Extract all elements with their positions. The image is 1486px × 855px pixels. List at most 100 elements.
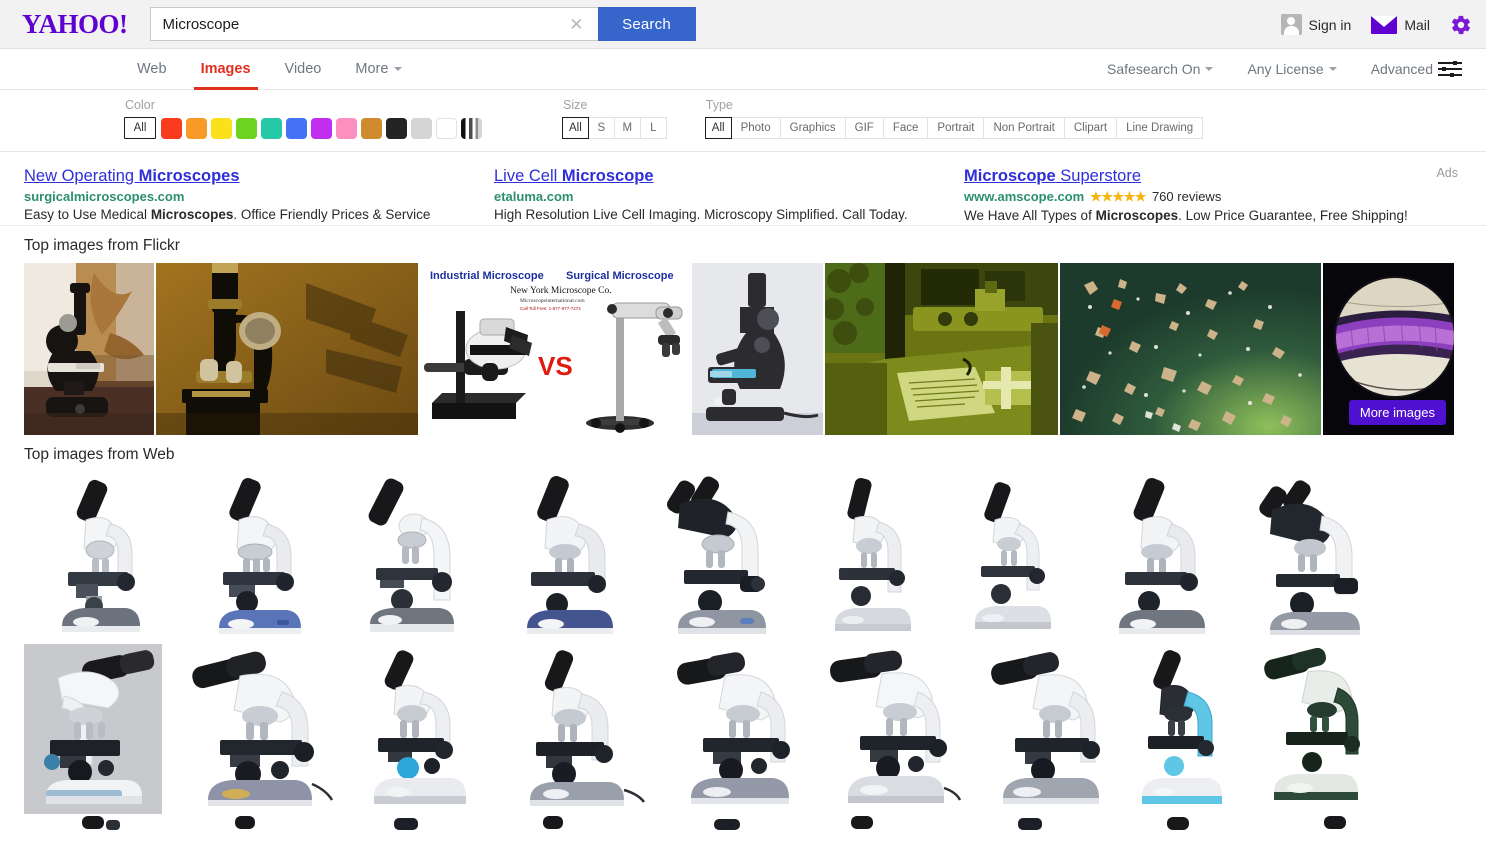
header-account-area: Sign in Mail [1280,0,1472,49]
flickr-thumb-industrial-vs-surgical-microscope-comparison[interactable]: Industrial Microscope Surgical Microscop… [420,263,690,435]
web-thumb-partial-row-microscope-2[interactable] [179,816,332,830]
avatar-icon [1280,14,1302,35]
settings-button[interactable] [1450,14,1472,36]
advanced-button[interactable]: Advanced [1371,61,1462,77]
ad-description: Easy to Use Medical Microscopes. Office … [24,206,474,224]
web-image-r1c4 [489,472,642,642]
web-thumb-monocular-microscope-black-stage[interactable] [500,644,653,814]
ad-url-text: etaluma.com [494,188,574,204]
ad-title-bold: Microscopes [138,167,240,185]
type-option-non-portrait[interactable]: Non Portrait [984,117,1065,139]
color-swatch-black-and-white[interactable] [461,117,482,139]
mail-button[interactable]: Mail [1371,15,1430,34]
type-option-gif[interactable]: GIF [845,117,884,139]
more-images-button[interactable]: More images [1348,400,1446,425]
flickr-thumb-dark-silhouette-microscope-on-wall[interactable] [692,263,823,435]
color-all-button[interactable]: All [124,117,156,139]
color-swatch-white[interactable] [436,117,457,139]
color-swatch-teal[interactable] [261,117,282,139]
flickr-thumb-vintage-brass-microscope-on-desk[interactable] [24,263,154,435]
web-thumb-partial-row-microscope-6[interactable] [799,816,952,830]
yahoo-logo[interactable]: YAHOO! [22,10,128,38]
ad-title-link[interactable]: Microscope Superstore [964,166,1414,187]
web-thumb-partial-row-microscope-1[interactable] [24,816,177,830]
tab-video[interactable]: Video [268,49,339,90]
web-image-r3c2 [179,816,332,830]
ad-title-link[interactable]: Live Cell Microscope [494,166,944,187]
type-option-clipart[interactable]: Clipart [1064,117,1118,139]
web-thumb-angled-gray-base-microscope[interactable] [1083,472,1236,642]
web-thumb-binocular-microscope-purple-base[interactable] [164,644,344,814]
size-filter-group: Size All S M L [562,98,667,139]
type-option-line-drawing[interactable]: Line Drawing [1117,117,1204,139]
web-image-r3c7 [954,816,1107,830]
search-button[interactable]: Search [597,7,696,41]
type-option-all[interactable]: All [704,117,732,139]
color-swatch-blue[interactable] [286,117,307,139]
sign-in-button[interactable]: Sign in [1280,14,1351,35]
web-thumb-binocular-microscope-white-body[interactable] [810,644,963,814]
star-rating-icon: ★★★★★ [1090,188,1146,204]
ad-title-link[interactable]: New Operating Microscopes [24,166,474,187]
ad-url-text: www.amscope.com [964,189,1085,205]
tab-images[interactable]: Images [184,49,268,90]
web-thumb-student-microscope-blue-knob[interactable] [346,644,498,814]
flickr-thumb-antique-microscope-with-shadow-sepia[interactable] [156,263,418,435]
type-option-photo[interactable]: Photo [731,117,781,139]
web-thumb-cyan-blue-student-microscope[interactable] [1120,644,1240,814]
web-thumb-dark-green-vintage-microscope[interactable] [1242,644,1372,814]
size-option-m[interactable]: M [614,117,641,139]
color-swatch-purple[interactable] [311,117,332,139]
color-swatch-green[interactable] [236,117,257,139]
size-option-all[interactable]: All [562,117,589,139]
mail-icon [1371,15,1398,34]
flickr-image-6 [1060,263,1321,435]
type-option-face[interactable]: Face [883,117,929,139]
color-swatch-orange[interactable] [186,117,207,139]
color-swatch-black[interactable] [386,117,407,139]
flickr-thumb-green-tinted-lab-equipment-interior[interactable] [825,263,1058,435]
web-image-r2c9 [1242,644,1372,814]
web-thumb-blue-base-monocular-microscope[interactable] [179,472,332,642]
tab-web[interactable]: Web [120,49,184,90]
web-thumb-partial-row-microscope-7[interactable] [954,816,1107,830]
size-option-l[interactable]: L [640,117,667,139]
web-thumb-binocular-microscope-blue-trim[interactable] [644,472,797,642]
flickr-thumb-purple-stained-tissue-specimen-circular-view[interactable]: More images [1323,263,1454,435]
web-thumb-binocular-microscope-side-view[interactable] [655,644,808,814]
color-swatch-gray[interactable] [411,117,432,139]
web-thumb-partial-row-microscope-3[interactable] [334,816,487,830]
type-option-portrait[interactable]: Portrait [928,117,985,139]
ad-item-3: Microscope Superstore www.amscope.com ★★… [964,166,1434,225]
search-input[interactable] [160,9,566,39]
license-dropdown[interactable]: Any License [1247,61,1337,77]
web-thumb-binocular-microscope-gray-backdrop[interactable] [24,644,162,814]
ad-item-1: New Operating Microscopes surgicalmicros… [24,166,494,225]
search-box[interactable]: ✕ [149,7,598,41]
web-thumb-partial-row-microscope-4[interactable] [489,816,642,830]
web-thumb-partial-row-microscope-8[interactable] [1109,816,1262,830]
web-thumb-binocular-lab-microscope[interactable] [1238,472,1391,642]
web-thumb-white-arm-monocular-microscope[interactable] [334,472,487,642]
web-thumb-partial-row-microscope-5[interactable] [644,816,797,830]
color-swatch-pink[interactable] [336,117,357,139]
web-thumb-classic-white-monocular-microscope[interactable] [799,472,939,642]
web-thumb-partial-row-microscope-9[interactable] [1264,816,1417,830]
chevron-down-icon [1328,67,1337,71]
color-swatch-brown[interactable] [361,117,382,139]
web-image-r3c8 [1109,816,1262,830]
safesearch-dropdown[interactable]: Safesearch On [1107,61,1214,77]
type-option-graphics[interactable]: Graphics [780,117,846,139]
flickr-thumb-microscopy-slide-debris-on-green[interactable] [1060,263,1321,435]
web-image-r1c1 [24,472,177,642]
color-swatch-yellow[interactable] [211,117,232,139]
web-thumb-gray-base-monocular-microscope[interactable] [24,472,177,642]
tab-more[interactable]: More [338,49,419,90]
web-thumb-navy-base-monocular-microscope[interactable] [489,472,642,642]
web-image-r2c5 [655,644,808,814]
close-icon[interactable]: ✕ [565,16,587,33]
web-thumb-binocular-microscope-rear-angle[interactable] [965,644,1118,814]
size-option-s[interactable]: S [588,117,615,139]
color-swatch-red[interactable] [161,117,182,139]
web-thumb-compact-white-microscope[interactable] [941,472,1081,642]
